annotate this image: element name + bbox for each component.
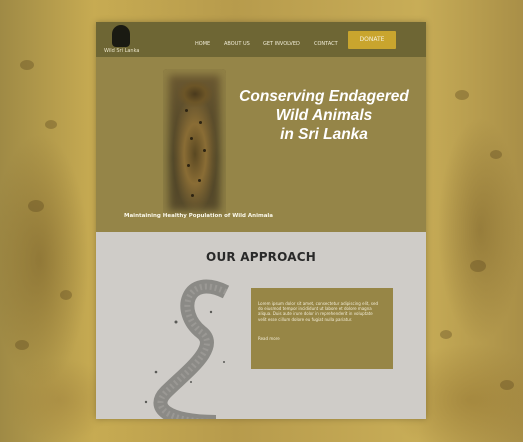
approach-title: OUR APPROACH bbox=[206, 250, 316, 264]
read-more-link[interactable]: Read more bbox=[258, 336, 280, 341]
top-navigation-bar: Wild Sri Lanka HOME ABOUT US GET INVOLVE… bbox=[96, 22, 426, 57]
leopard-logo-icon bbox=[112, 25, 130, 47]
water-splash-image bbox=[144, 279, 230, 419]
nav-home[interactable]: HOME bbox=[195, 41, 210, 47]
nav-get-involved[interactable]: GET INVOLVED bbox=[263, 41, 300, 47]
logo-text: Wild Sri Lanka bbox=[104, 48, 140, 54]
approach-body-text: Lorem ipsum dolor sit amet, consectetur … bbox=[258, 301, 378, 322]
hero-title-line-2: Wild Animals bbox=[275, 107, 373, 124]
nav-about-us[interactable]: ABOUT US bbox=[224, 41, 250, 47]
leopard-photo bbox=[163, 69, 226, 217]
hero-subtitle: Maintaining Healthy Population of Wild A… bbox=[124, 213, 274, 219]
nav-contact[interactable]: CONTACT bbox=[314, 41, 338, 47]
website-mockup: Wild Sri Lanka HOME ABOUT US GET INVOLVE… bbox=[96, 22, 426, 419]
approach-section: OUR APPROACH Lorem ipsum dolor sit amet,… bbox=[96, 232, 426, 419]
donate-button[interactable]: DONATE bbox=[348, 31, 396, 49]
hero-section: Conserving Endagered Wild Animals in Sri… bbox=[96, 57, 426, 232]
site-logo[interactable]: Wild Sri Lanka bbox=[104, 25, 144, 55]
hero-title-line-3: in Sri Lanka bbox=[280, 126, 368, 143]
approach-card: Lorem ipsum dolor sit amet, consectetur … bbox=[251, 288, 393, 369]
hero-title: Conserving Endagered Wild Animals in Sri… bbox=[234, 87, 414, 144]
hero-title-line-1: Conserving Endagered bbox=[239, 88, 409, 105]
